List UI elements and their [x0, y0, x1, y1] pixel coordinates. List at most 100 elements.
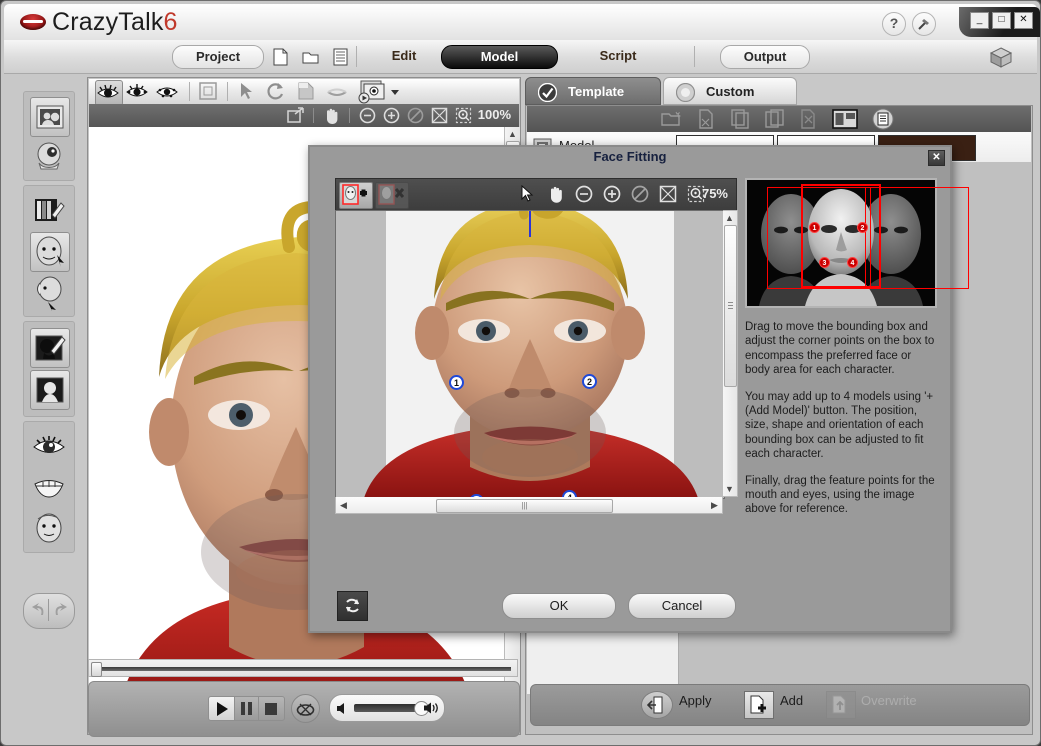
help-question-icon[interactable]: ?	[882, 12, 906, 36]
close-button[interactable]: ✕	[1014, 12, 1033, 29]
tab-model[interactable]: Model	[441, 45, 558, 69]
slash-circle-icon[interactable]	[407, 107, 424, 124]
sidebar-item-texture-edit[interactable]	[30, 191, 68, 229]
dialog-scroll-left-arrow[interactable]: ◀	[339, 500, 348, 511]
speaker-high-icon	[424, 702, 438, 714]
dialog-close-button[interactable]: ✕	[928, 150, 945, 166]
arrow-cursor-icon[interactable]	[519, 185, 536, 204]
sidebar-item-eye-settings[interactable]	[30, 427, 68, 465]
ok-button[interactable]: OK	[502, 593, 616, 619]
slash-circle-icon[interactable]	[631, 185, 649, 203]
closed-eye-icon[interactable]	[325, 80, 351, 104]
rail-group-source	[23, 91, 75, 181]
undo-arrow-icon[interactable]	[29, 600, 48, 620]
sidebar-item-head-settings[interactable]	[30, 509, 68, 547]
apply-arrow-icon[interactable]	[641, 691, 673, 719]
tab-template-label: Template	[568, 84, 625, 99]
eye-mesh-points-icon[interactable]	[155, 80, 181, 104]
feature-point-2[interactable]: 2	[582, 374, 597, 389]
hand-icon[interactable]	[547, 185, 565, 203]
plus-circle-icon[interactable]	[603, 185, 621, 203]
plus-circle-icon[interactable]	[383, 107, 400, 124]
marquee-zoom-icon[interactable]	[455, 107, 472, 124]
app-title-text: CrazyTalk	[52, 8, 164, 36]
sidebar-item-head-shape[interactable]	[30, 370, 70, 410]
loop-record-icon[interactable]	[291, 694, 320, 723]
fit-box-icon[interactable]	[659, 185, 677, 203]
preview-stack-icon[interactable]	[355, 79, 389, 104]
page-corner-icon[interactable]	[295, 80, 321, 104]
pause-button[interactable]	[234, 696, 260, 721]
dialog-scroll-right-arrow[interactable]: ▶	[710, 500, 719, 511]
dialog-horizontal-scrollbar[interactable]: ◀ ||| ▶	[335, 497, 723, 514]
help-label: ?	[889, 15, 899, 31]
add-button-label[interactable]: Add	[780, 693, 803, 708]
face-fitting-canvas[interactable]: 1 2 3 4	[335, 210, 725, 499]
expand-arrows-icon[interactable]	[287, 107, 305, 124]
stop-button[interactable]	[258, 696, 285, 721]
3d-cube-icon[interactable]	[989, 47, 1013, 69]
play-button[interactable]	[208, 696, 236, 721]
delete-page-icon[interactable]	[799, 109, 817, 129]
reference-bounding-box-center	[801, 184, 881, 288]
chevron-down-icon[interactable]	[391, 90, 399, 95]
list-view-icon[interactable]	[872, 108, 894, 130]
scissors-page-icon[interactable]	[697, 109, 715, 129]
hammer-tool-icon[interactable]	[912, 12, 936, 36]
circle-badge-icon	[676, 83, 695, 102]
sidebar-item-profile-fitting[interactable]	[30, 273, 68, 311]
eye-all-points-icon[interactable]	[95, 80, 123, 106]
dialog-vertical-scroll-thumb[interactable]	[724, 225, 737, 387]
timeline-slider[interactable]	[88, 659, 518, 677]
cancel-button[interactable]: Cancel	[628, 593, 736, 619]
scroll-up-arrow[interactable]: ▲	[508, 129, 517, 139]
open-folder-icon[interactable]	[302, 48, 319, 66]
dialog-vertical-scrollbar[interactable]: ▲ ▼	[723, 210, 738, 497]
timeline-thumb[interactable]	[91, 662, 102, 677]
redo-arrow-icon[interactable]	[51, 600, 70, 620]
sidebar-item-image-import[interactable]	[30, 97, 70, 137]
add-model-icon[interactable]	[339, 182, 373, 209]
grid-view-icon[interactable]	[832, 109, 858, 129]
new-file-icon[interactable]	[272, 48, 289, 66]
maximize-button[interactable]: □	[992, 12, 1011, 29]
reference-point-2: 2	[857, 222, 868, 233]
project-button[interactable]: Project	[172, 45, 264, 69]
sidebar-item-teeth-settings[interactable]	[30, 468, 68, 506]
overwrite-button-label: Overwrite	[861, 693, 917, 708]
dialog-scroll-down-arrow[interactable]: ▼	[725, 484, 734, 494]
reference-point-4: 4	[847, 257, 858, 268]
rotate-icon[interactable]	[265, 80, 291, 104]
minimize-button[interactable]: _	[970, 12, 989, 29]
fit-box-icon[interactable]	[431, 107, 448, 124]
apply-button-label[interactable]: Apply	[679, 693, 712, 708]
tab-output[interactable]: Output	[720, 45, 810, 69]
dialog-horizontal-scroll-thumb[interactable]: |||	[436, 499, 613, 513]
arrow-cursor-icon[interactable]	[235, 80, 261, 104]
hand-icon[interactable]	[323, 107, 341, 124]
tab-edit[interactable]: Edit	[369, 45, 439, 67]
tool-rail	[9, 77, 85, 735]
tab-script[interactable]: Script	[559, 45, 677, 67]
copy-pages-icon[interactable]	[731, 109, 751, 129]
tab-custom[interactable]: Custom	[663, 77, 797, 105]
frame-icon[interactable]	[197, 80, 223, 104]
tab-template[interactable]: Template	[525, 77, 661, 105]
save-document-icon[interactable]	[332, 48, 349, 66]
open-folder-star-icon[interactable]	[661, 110, 681, 128]
volume-control[interactable]	[329, 694, 445, 722]
reset-refresh-icon[interactable]	[337, 591, 368, 621]
sidebar-item-webcam-capture[interactable]	[30, 138, 68, 176]
minus-circle-icon[interactable]	[359, 107, 376, 124]
library-toolbar	[527, 106, 1031, 132]
sidebar-item-mask-edit[interactable]	[30, 328, 70, 368]
instruction-paragraph-2: You may add up to 4 models using '+ (Add…	[745, 390, 934, 461]
eye-some-points-icon[interactable]	[125, 80, 151, 104]
sidebar-item-face-fitting[interactable]	[30, 232, 70, 272]
dialog-scroll-up-arrow[interactable]: ▲	[725, 213, 734, 223]
paste-pages-icon[interactable]	[765, 109, 785, 129]
add-page-icon[interactable]	[744, 691, 774, 719]
feature-point-1[interactable]: 1	[449, 375, 464, 390]
minus-circle-icon[interactable]	[575, 185, 593, 203]
app-title-version: 6	[163, 8, 178, 36]
